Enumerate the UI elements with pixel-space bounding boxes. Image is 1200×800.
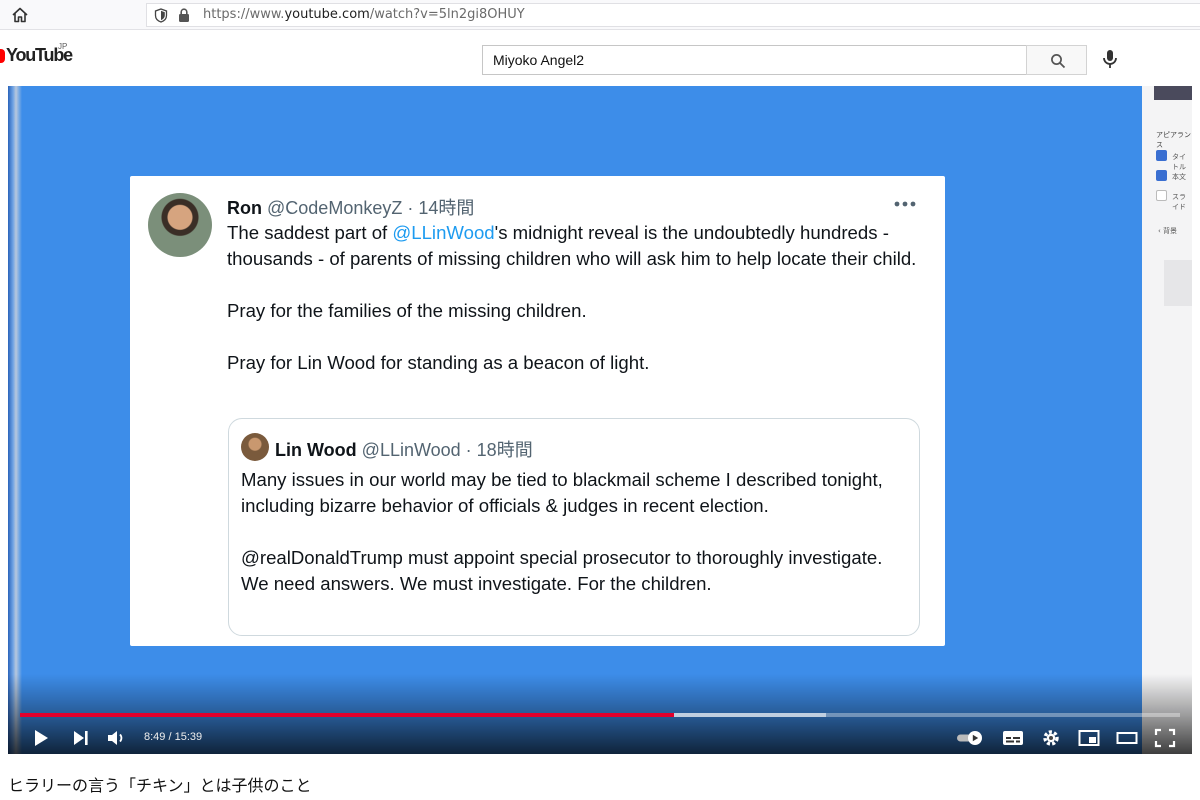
side-panel-back-label: ‹ 背景 (1158, 227, 1178, 235)
autoplay-icon (957, 731, 982, 745)
time-total: 15:39 (174, 731, 203, 743)
volume-button[interactable] (106, 728, 128, 748)
tweet-paragraph: Pray for the families of the missing chi… (227, 300, 587, 321)
address-bar[interactable]: https://www.youtube.com/watch?v=5ln2gi8O… (146, 3, 1200, 27)
time-current: 8:49 (144, 731, 166, 743)
next-icon (74, 731, 88, 745)
next-button[interactable] (70, 728, 92, 748)
theater-mode-icon (1116, 732, 1138, 744)
play-icon (35, 730, 48, 746)
miniplayer-button[interactable] (1078, 728, 1100, 748)
microphone-icon (1103, 50, 1117, 68)
volume-icon (108, 731, 123, 745)
recorded-side-panel: アピアランス タイトル 本文 スライド ‹ 背景 (1142, 86, 1192, 754)
side-panel-block (1164, 260, 1192, 306)
search-icon (1051, 54, 1066, 69)
quoted-tweet-header: Lin Wood @LLinWood · 18時間 (275, 436, 533, 462)
quoted-author-name: Lin Wood (275, 440, 357, 460)
quoted-author-handle: @LLinWood (361, 440, 461, 460)
quoted-tweet-text: Many issues in our world may be tied to … (241, 467, 911, 597)
fullscreen-icon (1154, 728, 1176, 748)
player-controls: 8:49 / 15:39 (8, 722, 1192, 754)
theater-mode-button[interactable] (1116, 728, 1138, 748)
lock-icon[interactable] (177, 7, 191, 23)
youtube-play-icon (0, 49, 5, 63)
tweet-author-name: Ron (227, 198, 262, 218)
video-player[interactable]: アピアランス タイトル 本文 スライド ‹ 背景 Ron @CodeMonkey… (8, 86, 1192, 754)
voice-search-button[interactable] (1098, 47, 1122, 71)
autoplay-toggle[interactable] (956, 728, 986, 748)
quoted-tweet: Lin Wood @LLinWood · 18時間 Many issues in… (228, 418, 920, 636)
url-text: https://www.youtube.com/watch?v=5ln2gi8O… (203, 7, 525, 22)
side-panel-checkbox-checked (1156, 150, 1167, 161)
tweet-author-handle: @CodeMonkeyZ (267, 198, 403, 218)
tweet-separator: · (402, 198, 419, 218)
time-separator: / (165, 731, 175, 743)
url-path: /watch?v=5ln2gi8OHUY (369, 7, 525, 22)
quoted-separator: · (460, 440, 477, 460)
tweet-text-segment: The saddest part of (227, 222, 393, 243)
progress-played (20, 713, 675, 717)
youtube-header: YouTube JP (0, 31, 1200, 85)
url-domain: youtube.com (284, 7, 370, 22)
side-panel-title: アピアランス (1156, 131, 1191, 149)
quoted-paragraph: Many issues in our world may be tied to … (241, 469, 883, 516)
shield-icon[interactable] (154, 8, 168, 23)
fullscreen-button[interactable] (1154, 728, 1176, 748)
time-display: 8:49 / 15:39 (144, 731, 202, 743)
region-label: JP (58, 42, 68, 51)
video-title: ヒラリーの言う「チキン」とは子供のこと (8, 776, 312, 795)
side-panel-item-label: 本文 (1172, 173, 1186, 181)
browser-toolbar: https://www.youtube.com/watch?v=5ln2gi8O… (0, 0, 1200, 30)
search-input[interactable] (482, 45, 1027, 75)
settings-button[interactable] (1040, 728, 1062, 748)
tweet-text: The saddest part of @LLinWood's midnight… (227, 220, 917, 376)
tweet-card: Ron @CodeMonkeyZ · 14時間 The saddest part… (130, 176, 945, 646)
progress-bar[interactable] (20, 713, 1180, 717)
subtitles-icon (1003, 731, 1023, 745)
gear-icon (1043, 730, 1059, 746)
home-icon[interactable] (10, 5, 32, 25)
miniplayer-icon (1078, 730, 1100, 746)
tweet-time: 14時間 (418, 198, 475, 218)
side-panel-header-block (1154, 86, 1192, 100)
screen-left-edge (8, 86, 22, 754)
subtitles-button[interactable] (1002, 728, 1024, 748)
avatar (148, 193, 212, 257)
quoted-paragraph: @realDonaldTrump must appoint special pr… (241, 547, 883, 594)
play-button[interactable] (30, 728, 52, 748)
tweet-paragraph: Pray for Lin Wood for standing as a beac… (227, 352, 650, 373)
side-panel-item-label: タイトル (1172, 153, 1186, 171)
side-panel-checkbox-empty (1156, 190, 1167, 201)
tweet-mention: @LLinWood (392, 222, 495, 243)
tweet-header: Ron @CodeMonkeyZ · 14時間 (227, 194, 474, 220)
more-options-icon (892, 196, 918, 210)
search-button[interactable] (1026, 45, 1087, 75)
side-panel-checkbox-checked (1156, 170, 1167, 181)
avatar (241, 433, 269, 461)
tweet-paragraph: The saddest part of @LLinWood's midnight… (227, 220, 917, 272)
side-panel-item-label: スライド (1172, 193, 1186, 211)
url-prefix: https://www. (203, 7, 285, 22)
quoted-time: 18時間 (476, 440, 533, 460)
